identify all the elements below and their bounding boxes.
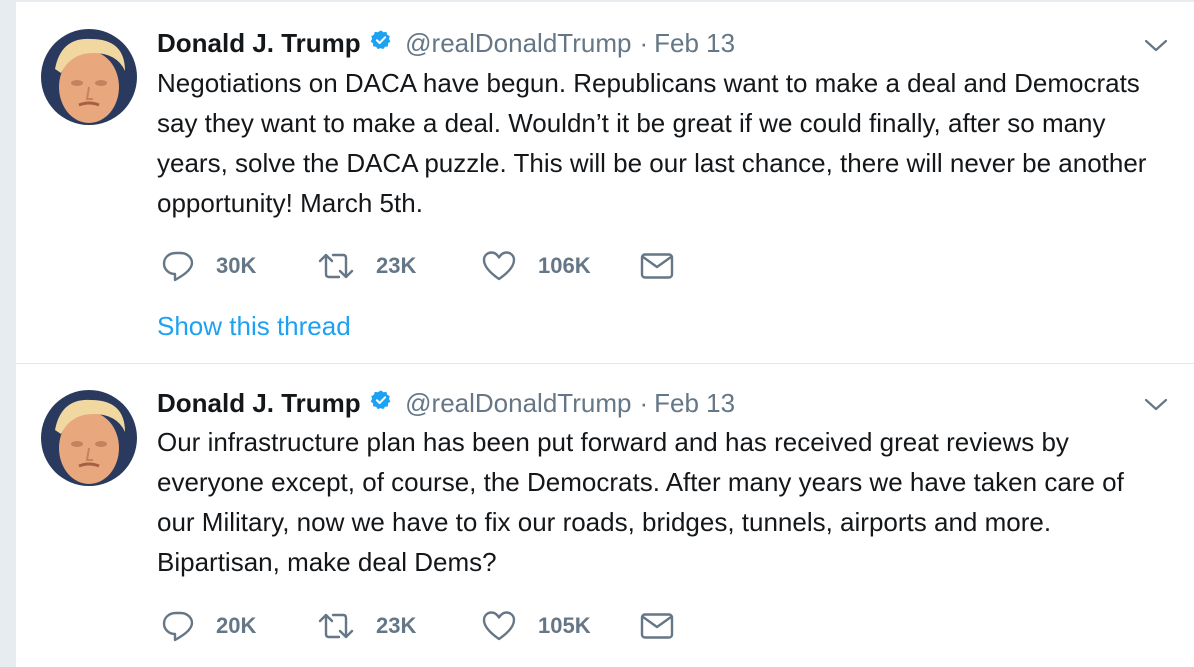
avatar[interactable] <box>41 390 137 486</box>
retweet-count: 23K <box>376 253 417 278</box>
like-count: 105K <box>538 613 591 638</box>
retweet-button[interactable]: 23K <box>318 610 416 642</box>
verified-badge-icon <box>370 30 391 50</box>
header-separator: · <box>639 388 649 418</box>
tweet-date[interactable]: Feb 13 <box>654 388 735 418</box>
chevron-down-icon[interactable] <box>1143 391 1169 417</box>
avatar[interactable] <box>41 29 137 125</box>
profile-photo-avatar <box>41 29 137 125</box>
tweet-header: Donald J. Trump @realDonaldTrump · Feb 13 <box>157 28 735 58</box>
show-thread-link[interactable]: Show this thread <box>157 308 351 344</box>
reply-button[interactable]: 20K <box>162 610 256 642</box>
envelope-icon <box>640 613 674 639</box>
profile-photo-avatar <box>41 390 137 486</box>
speech-bubble-icon <box>162 251 194 282</box>
tweet[interactable]: Donald J. Trump @realDonaldTrump · Feb 13 … <box>16 363 1194 667</box>
tweet-text: Negotiations on DACA have begun. Republi… <box>157 68 1147 218</box>
speech-bubble-icon <box>162 611 194 642</box>
header-separator: · <box>639 28 649 58</box>
author-name[interactable]: Donald J. Trump <box>157 388 361 418</box>
tweet-header: Donald J. Trump @realDonaldTrump · Feb 13 <box>157 388 735 418</box>
chevron-down-icon[interactable] <box>1143 32 1169 58</box>
direct-message-button[interactable] <box>640 610 674 642</box>
like-count: 106K <box>538 253 591 278</box>
author-handle[interactable]: @realDonaldTrump <box>405 388 631 418</box>
envelope-icon <box>640 253 674 279</box>
like-button[interactable]: 105K <box>482 610 591 642</box>
retweet-arrows-icon <box>318 253 354 279</box>
reply-count: 20K <box>216 613 257 638</box>
like-button[interactable]: 106K <box>482 250 591 282</box>
tweet[interactable]: Donald J. Trump @realDonaldTrump · Feb 13 … <box>16 0 1194 364</box>
heart-icon <box>482 611 516 641</box>
retweet-button[interactable]: 23K <box>318 250 416 282</box>
author-name[interactable]: Donald J. Trump <box>157 28 361 58</box>
author-handle[interactable]: @realDonaldTrump <box>405 28 631 58</box>
direct-message-button[interactable] <box>640 250 674 282</box>
retweet-arrows-icon <box>318 613 354 639</box>
tweet-text: Our infrastructure plan has been put for… <box>157 427 1124 577</box>
heart-icon <box>482 251 516 281</box>
verified-badge-icon <box>370 390 391 410</box>
reply-button[interactable]: 30K <box>162 250 256 282</box>
retweet-count: 23K <box>376 613 417 638</box>
reply-count: 30K <box>216 253 257 278</box>
timeline: Donald J. Trump @realDonaldTrump · Feb 13 … <box>15 0 1194 667</box>
tweet-date[interactable]: Feb 13 <box>654 28 735 58</box>
